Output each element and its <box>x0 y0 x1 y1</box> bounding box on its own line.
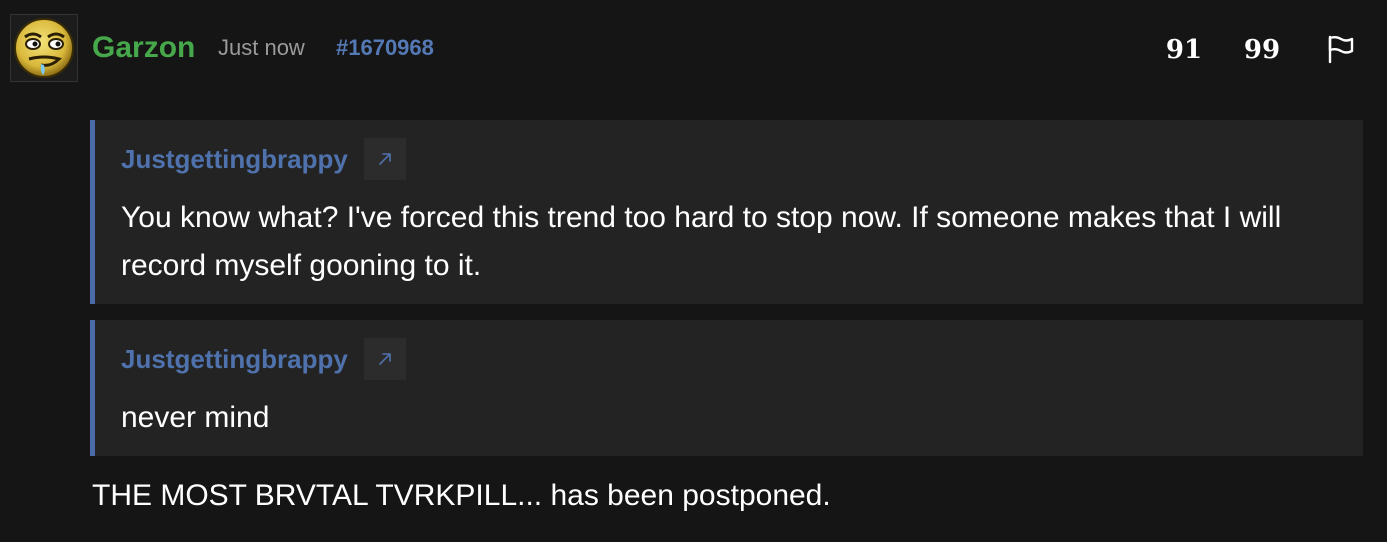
smug-face-emoji-avatar <box>14 18 74 78</box>
avatar[interactable] <box>10 14 78 82</box>
timestamp: Just now <box>218 35 305 60</box>
post-actions: 91 99 <box>1161 32 1363 66</box>
arrow-up-right-icon <box>378 153 391 165</box>
quote-text: never mind <box>121 401 270 434</box>
post-id-link[interactable]: #1670968 <box>336 34 434 62</box>
jump-to-quote-button[interactable] <box>363 138 406 180</box>
forum-post: Garzon Just now #1670968 91 99 Justgetti… <box>0 0 1387 542</box>
post-body: THE MOST BRVTAL TVRKPILL... has been pos… <box>92 479 831 512</box>
quote-text: You know what? I've forced this trend to… <box>121 201 1282 282</box>
jump-to-quote-button[interactable] <box>363 338 406 380</box>
quote-block: Justgettingbrappy never mind <box>90 320 1363 456</box>
reply-quote-button[interactable]: 91 <box>1161 32 1207 66</box>
username[interactable]: Garzon <box>92 30 195 66</box>
quote-author-link[interactable]: Justgettingbrappy <box>121 341 348 377</box>
quote-block: Justgettingbrappy You know what? I've fo… <box>90 120 1363 304</box>
quote-icon: 99 <box>1244 35 1280 64</box>
quote-header: Justgettingbrappy <box>121 336 406 382</box>
arrow-up-right-icon <box>378 353 391 365</box>
post-header: Garzon Just now #1670968 91 99 <box>10 14 1363 82</box>
flag-icon <box>1328 35 1354 64</box>
quote-author-link[interactable]: Justgettingbrappy <box>121 141 348 177</box>
report-button[interactable] <box>1317 32 1363 66</box>
reply-quote-icon: 91 <box>1166 35 1202 64</box>
quote-header: Justgettingbrappy <box>121 136 406 182</box>
quote-glyph: 99 <box>1244 35 1280 64</box>
quote-button[interactable]: 99 <box>1239 32 1285 66</box>
reply-quote-glyph: 91 <box>1166 35 1202 64</box>
